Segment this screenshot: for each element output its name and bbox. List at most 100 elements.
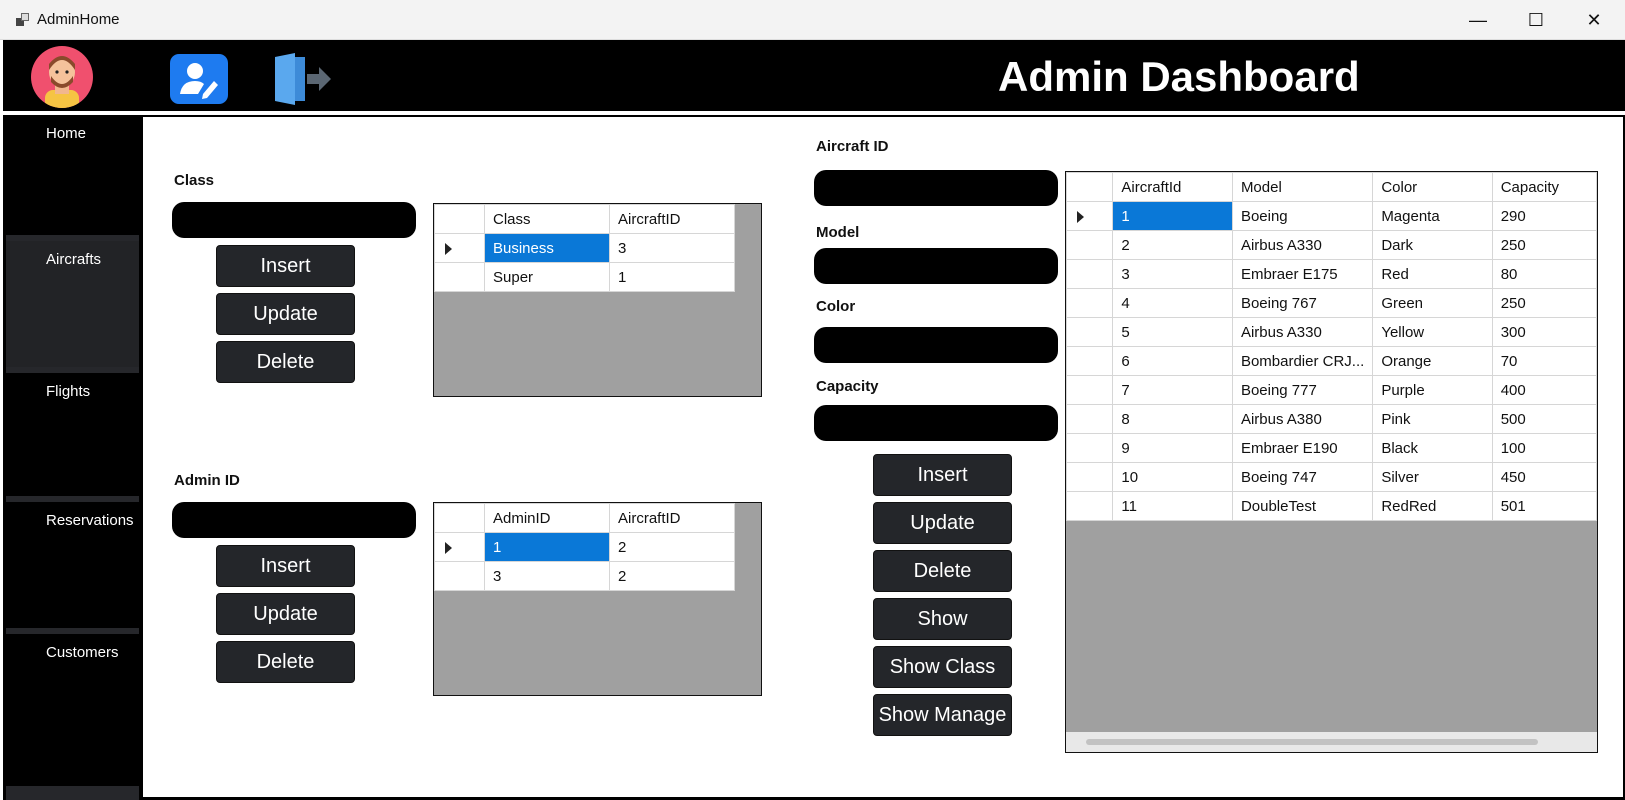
table-row[interactable]: 1 Boeing Magenta 290 <box>1066 201 1597 231</box>
table-row[interactable]: 5 Airbus A330 Yellow 300 <box>1066 317 1597 347</box>
column-header[interactable]: Capacity <box>1491 172 1597 202</box>
table-cell[interactable]: Boeing 777 <box>1231 375 1374 405</box>
table-cell[interactable]: Black <box>1372 433 1493 463</box>
row-selector[interactable] <box>434 561 485 591</box>
table-cell[interactable]: 70 <box>1491 346 1597 376</box>
table-cell[interactable]: 2 <box>609 561 735 591</box>
row-selector[interactable] <box>1066 201 1114 231</box>
scrollbar-thumb[interactable] <box>1086 739 1538 745</box>
row-selector[interactable] <box>434 532 485 562</box>
table-cell[interactable]: Boeing 747 <box>1231 462 1374 492</box>
table-cell[interactable]: Dark <box>1372 230 1493 260</box>
table-cell[interactable]: 100 <box>1491 433 1597 463</box>
table-cell[interactable]: 8 <box>1112 404 1233 434</box>
aircraft-id-input[interactable] <box>814 170 1058 206</box>
table-row[interactable]: 2 Airbus A330 Dark 250 <box>1066 230 1597 260</box>
table-cell[interactable]: 290 <box>1491 201 1597 231</box>
table-row[interactable]: 10 Boeing 747 Silver 450 <box>1066 462 1597 492</box>
row-selector[interactable] <box>1066 346 1114 376</box>
sidebar-item-home[interactable]: Home <box>6 115 140 243</box>
row-selector[interactable] <box>1066 462 1114 492</box>
table-row[interactable]: 3 Embraer E175 Red 80 <box>1066 259 1597 289</box>
table-cell[interactable]: 250 <box>1491 288 1597 318</box>
class-update-button[interactable]: Update <box>216 293 355 335</box>
row-selector[interactable] <box>434 262 485 292</box>
table-cell[interactable]: 2 <box>1112 230 1233 260</box>
table-cell[interactable]: 1 <box>484 532 610 562</box>
admin-insert-button[interactable]: Insert <box>216 545 355 587</box>
table-row[interactable]: Business 3 <box>434 233 735 263</box>
table-row[interactable]: 4 Boeing 767 Green 250 <box>1066 288 1597 318</box>
table-cell[interactable]: 3 <box>484 561 610 591</box>
table-cell[interactable]: 10 <box>1112 462 1233 492</box>
maximize-button[interactable]: ☐ <box>1507 0 1565 40</box>
aircraft-insert-button[interactable]: Insert <box>873 454 1012 496</box>
admin-id-input[interactable] <box>172 502 416 538</box>
table-cell[interactable]: Boeing 767 <box>1231 288 1374 318</box>
table-cell[interactable]: Bombardier CRJ... <box>1231 346 1374 376</box>
show-class-button[interactable]: Show Class <box>873 646 1012 688</box>
table-row[interactable]: Super 1 <box>434 262 735 292</box>
table-cell[interactable]: 501 <box>1491 491 1597 521</box>
admin-delete-button[interactable]: Delete <box>216 641 355 683</box>
logout-button[interactable] <box>271 53 341 105</box>
sidebar-item-reservations[interactable]: Reservations <box>6 502 140 630</box>
row-selector[interactable] <box>1066 259 1114 289</box>
column-header[interactable]: AircraftID <box>609 204 735 234</box>
table-row[interactable]: 11 DoubleTest RedRed 501 <box>1066 491 1597 521</box>
table-row[interactable]: 6 Bombardier CRJ... Orange 70 <box>1066 346 1597 376</box>
row-selector[interactable] <box>1066 317 1114 347</box>
table-row[interactable]: 1 2 <box>434 532 735 562</box>
table-cell[interactable]: Silver <box>1372 462 1493 492</box>
column-header[interactable]: AircraftID <box>609 503 735 533</box>
column-header[interactable]: Class <box>484 204 610 234</box>
row-selector[interactable] <box>1066 230 1114 260</box>
table-cell[interactable]: Magenta <box>1372 201 1493 231</box>
class-insert-button[interactable]: Insert <box>216 245 355 287</box>
row-selector[interactable] <box>1066 433 1114 463</box>
table-cell[interactable]: 3 <box>1112 259 1233 289</box>
table-cell[interactable]: Pink <box>1372 404 1493 434</box>
table-cell[interactable]: 80 <box>1491 259 1597 289</box>
row-selector[interactable] <box>1066 404 1114 434</box>
table-cell[interactable]: 1 <box>609 262 735 292</box>
table-cell[interactable]: Airbus A330 <box>1231 317 1374 347</box>
user-avatar-icon[interactable] <box>31 46 93 108</box>
table-cell[interactable]: Purple <box>1372 375 1493 405</box>
table-cell[interactable]: Orange <box>1372 346 1493 376</box>
sidebar-item-aircrafts[interactable]: Aircrafts <box>6 241 140 369</box>
table-cell[interactable]: Boeing <box>1231 201 1374 231</box>
row-selector[interactable] <box>1066 375 1114 405</box>
table-cell[interactable]: DoubleTest <box>1231 491 1374 521</box>
table-cell[interactable]: Embraer E190 <box>1231 433 1374 463</box>
close-button[interactable]: ✕ <box>1565 0 1623 40</box>
table-cell[interactable]: 400 <box>1491 375 1597 405</box>
aircraft-delete-button[interactable]: Delete <box>873 550 1012 592</box>
table-cell[interactable]: 300 <box>1491 317 1597 347</box>
table-cell[interactable]: 6 <box>1112 346 1233 376</box>
admin-grid[interactable]: AdminID AircraftID 1 2 3 2 <box>433 502 762 696</box>
table-cell[interactable]: 4 <box>1112 288 1233 318</box>
horizontal-scrollbar[interactable] <box>1066 732 1597 752</box>
class-input[interactable] <box>172 202 416 238</box>
table-cell[interactable]: 3 <box>609 233 735 263</box>
class-grid[interactable]: Class AircraftID Business 3 Super 1 <box>433 203 762 397</box>
table-cell[interactable]: 5 <box>1112 317 1233 347</box>
table-cell[interactable]: Yellow <box>1372 317 1493 347</box>
table-row[interactable]: 9 Embraer E190 Black 100 <box>1066 433 1597 463</box>
table-cell[interactable]: Airbus A380 <box>1231 404 1374 434</box>
table-cell[interactable]: Airbus A330 <box>1231 230 1374 260</box>
column-header[interactable]: Color <box>1372 172 1493 202</box>
table-row[interactable]: 8 Airbus A380 Pink 500 <box>1066 404 1597 434</box>
table-cell[interactable]: Embraer E175 <box>1231 259 1374 289</box>
admin-update-button[interactable]: Update <box>216 593 355 635</box>
table-cell[interactable]: 250 <box>1491 230 1597 260</box>
color-input[interactable] <box>814 327 1058 363</box>
row-selector[interactable] <box>434 233 485 263</box>
table-cell[interactable]: 2 <box>609 532 735 562</box>
capacity-input[interactable] <box>814 405 1058 441</box>
column-header[interactable]: AircraftId <box>1112 172 1233 202</box>
table-cell[interactable]: Super <box>484 262 610 292</box>
class-delete-button[interactable]: Delete <box>216 341 355 383</box>
sidebar-item-flights[interactable]: Flights <box>6 373 140 501</box>
